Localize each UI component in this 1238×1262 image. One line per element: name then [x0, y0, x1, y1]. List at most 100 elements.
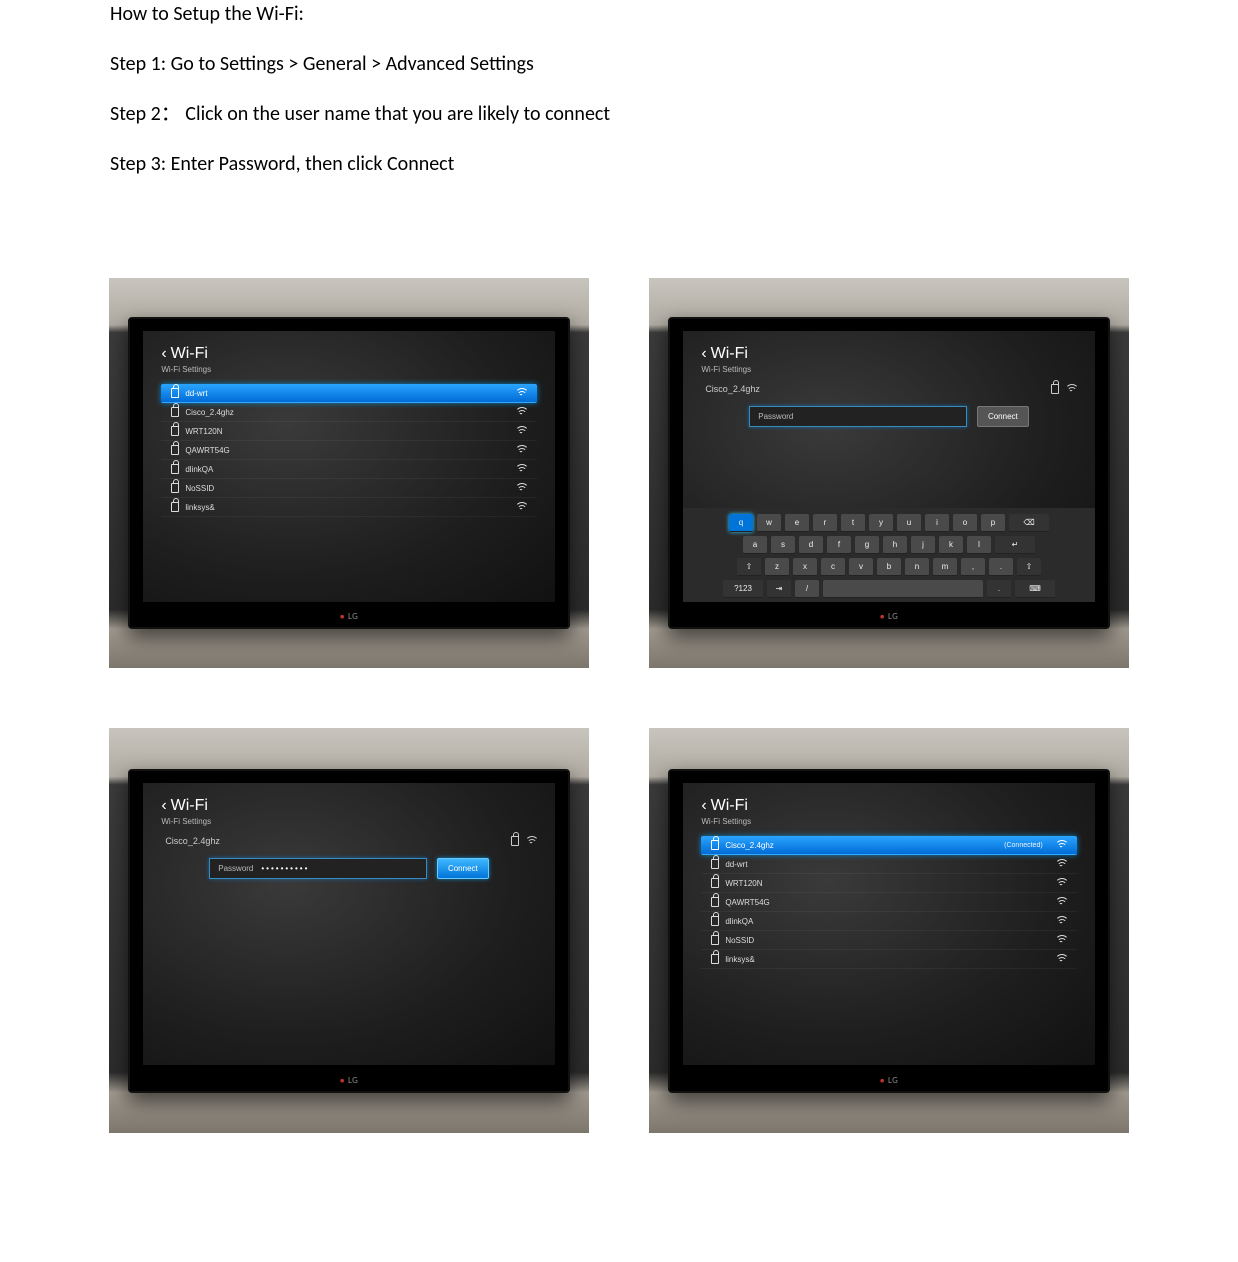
keyboard-key[interactable]: s — [771, 536, 795, 554]
network-name: dlinkQA — [185, 465, 213, 474]
keyboard-key[interactable]: q — [729, 514, 753, 532]
lock-icon — [171, 445, 179, 455]
back-chevron-icon[interactable]: ‹ — [161, 345, 166, 362]
password-input[interactable]: Password — [749, 406, 967, 427]
keyboard-key[interactable]: m — [933, 558, 957, 576]
lock-icon — [511, 836, 519, 846]
keyboard-key[interactable]: w — [757, 514, 781, 532]
lock-icon — [1051, 384, 1059, 394]
wifi-signal-icon — [1055, 859, 1067, 869]
onscreen-keyboard: qwertyuiop⌫asdfghjkl↵⇧zxcvbnm,.⇧?123⇥/.⌨ — [683, 508, 1094, 602]
password-label: Password — [758, 412, 793, 421]
screen-subheader: Wi-Fi Settings — [161, 365, 536, 374]
keyboard-key[interactable]: a — [743, 536, 767, 554]
keyboard-key[interactable]: u — [897, 514, 921, 532]
keyboard-key[interactable]: r — [813, 514, 837, 532]
keyboard-key[interactable]: g — [855, 536, 879, 554]
keyboard-key[interactable]: c — [821, 558, 845, 576]
network-row[interactable]: WRT120N — [161, 422, 536, 441]
tab-key[interactable]: ⇥ — [767, 580, 791, 598]
header-title: Wi-Fi — [171, 345, 208, 362]
keyboard-key[interactable]: p — [981, 514, 1005, 532]
keyboard-key[interactable]: z — [765, 558, 789, 576]
shift-key[interactable]: ⇧ — [1017, 558, 1041, 576]
screen-header[interactable]: ‹Wi-Fi — [161, 797, 536, 815]
keyboard-key[interactable]: y — [869, 514, 893, 532]
lock-icon — [711, 897, 719, 907]
space-key[interactable] — [823, 580, 983, 598]
keyboard-key[interactable]: b — [877, 558, 901, 576]
keyboard-key[interactable]: d — [799, 536, 823, 554]
monitor-frame: ‹ Wi-Fi Wi-Fi Settings dd-wrtCisco_2.4ghz… — [128, 317, 570, 629]
language-key[interactable]: ⌨ — [1015, 580, 1055, 598]
network-row[interactable]: dd-wrt — [701, 855, 1076, 874]
connect-button[interactable]: Connect — [977, 406, 1029, 427]
network-name: QAWRT54G — [185, 446, 229, 455]
network-row[interactable]: NoSSID — [701, 931, 1076, 950]
doc-step3: Step 3: Enter Password, then click Conne… — [110, 150, 1128, 178]
screen-subheader: Wi-Fi Settings — [161, 817, 536, 826]
shift-key[interactable]: ⇧ — [737, 558, 761, 576]
network-name: dd-wrt — [725, 860, 747, 869]
screen-subheader: Wi-Fi Settings — [701, 817, 1076, 826]
keyboard-key[interactable]: j — [911, 536, 935, 554]
keyboard-key[interactable]: f — [827, 536, 851, 554]
wifi-signal-icon — [515, 464, 527, 474]
lock-icon — [711, 916, 719, 926]
wifi-signal-icon — [515, 502, 527, 512]
network-row[interactable]: QAWRT54G — [161, 441, 536, 460]
screen-header[interactable]: ‹Wi-Fi — [701, 797, 1076, 815]
keyboard-key[interactable]: v — [849, 558, 873, 576]
network-name: dlinkQA — [725, 917, 753, 926]
header-title: Wi-Fi — [711, 345, 748, 362]
wifi-signal-icon — [1055, 954, 1067, 964]
monitor-frame: ‹Wi-Fi Wi-Fi Settings Cisco_2.4ghz Passw… — [668, 317, 1110, 629]
network-row[interactable]: dlinkQA — [161, 460, 536, 479]
network-list: dd-wrtCisco_2.4ghz WRT120N QAWRT54G dlinkQA… — [161, 384, 536, 517]
wifi-signal-icon — [515, 483, 527, 493]
network-name: linksys& — [725, 955, 754, 964]
wifi-signal-icon — [1055, 878, 1067, 888]
photo-3: ‹Wi-Fi Wi-Fi Settings Cisco_2.4ghz Passw… — [109, 728, 589, 1133]
selected-ssid: Cisco_2.4ghz — [705, 384, 760, 394]
network-name: linksys& — [185, 503, 214, 512]
connect-button[interactable]: Connect — [437, 858, 489, 879]
network-name: WRT120N — [185, 427, 222, 436]
back-chevron-icon[interactable]: ‹ — [701, 797, 706, 814]
keyboard-key[interactable]: / — [795, 580, 819, 598]
keyboard-key[interactable]: . — [989, 558, 1013, 576]
keyboard-key[interactable]: k — [939, 536, 963, 554]
keyboard-key[interactable]: o — [953, 514, 977, 532]
network-row[interactable]: NoSSID — [161, 479, 536, 498]
photo-grid: ‹Wi-Fi Wi-Fi Settings dd-wrtCisco_2.4ghz… — [0, 278, 1238, 1173]
keyboard-key[interactable]: i — [925, 514, 949, 532]
keyboard-key[interactable]: t — [841, 514, 865, 532]
network-row[interactable]: WRT120N — [701, 874, 1076, 893]
keyboard-key[interactable]: x — [793, 558, 817, 576]
symbols-key[interactable]: ?123 — [723, 580, 763, 598]
network-row[interactable]: linksys& — [161, 498, 536, 517]
enter-key[interactable]: ↵ — [995, 536, 1035, 554]
network-row[interactable]: dlinkQA — [701, 912, 1076, 931]
network-row[interactable]: Cisco_2.4ghz — [161, 403, 536, 422]
back-chevron-icon[interactable]: ‹ — [161, 797, 166, 814]
wifi-signal-icon — [1055, 840, 1067, 850]
wifi-list-screen: ‹ Wi-Fi Wi-Fi Settings dd-wrtCisco_2.4ghz… — [143, 331, 554, 602]
screen-header[interactable]: ‹ Wi-Fi — [161, 345, 536, 363]
lock-icon — [171, 464, 179, 474]
network-row[interactable]: Cisco_2.4ghz(Connected) — [701, 836, 1076, 855]
network-row[interactable]: dd-wrt — [161, 384, 536, 403]
keyboard-key[interactable]: h — [883, 536, 907, 554]
network-row[interactable]: QAWRT54G — [701, 893, 1076, 912]
screen-header[interactable]: ‹ Wi-Fi — [701, 345, 1076, 363]
network-row[interactable]: linksys& — [701, 950, 1076, 969]
keyboard-key[interactable]: n — [905, 558, 929, 576]
keyboard-key[interactable]: l — [967, 536, 991, 554]
password-input[interactable]: Password •••••••••• — [209, 858, 427, 879]
backspace-key[interactable]: ⌫ — [1009, 514, 1049, 532]
wifi-signal-icon — [515, 407, 527, 417]
keyboard-key[interactable]: , — [961, 558, 985, 576]
back-chevron-icon[interactable]: ‹ — [701, 345, 706, 362]
keyboard-key[interactable]: e — [785, 514, 809, 532]
keyboard-key[interactable]: . — [987, 580, 1011, 598]
